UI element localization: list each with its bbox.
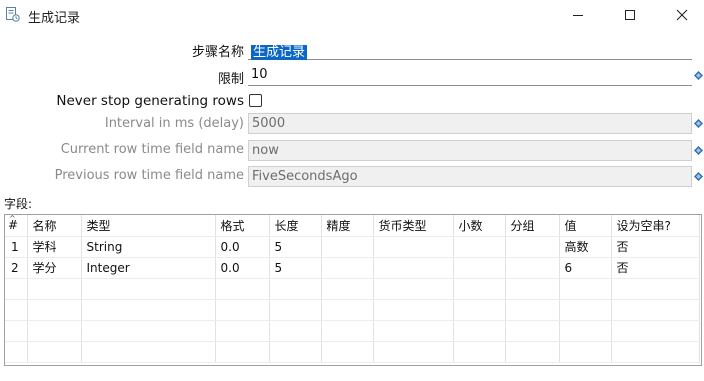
empty-table-row[interactable] [5, 320, 700, 342]
table-cell[interactable] [321, 236, 374, 258]
maximize-button[interactable] [607, 0, 653, 30]
column-header-group[interactable]: 分组 [505, 215, 560, 237]
table-cell[interactable]: 学科 [27, 236, 82, 258]
variable-diamond-icon[interactable] [694, 71, 703, 80]
step-name-input[interactable]: 生成记录 [248, 39, 692, 60]
variable-diamond-icon[interactable] [694, 146, 703, 155]
column-header-name[interactable]: 名称 [27, 215, 82, 237]
never-stop-label: Never stop generating rows [56, 93, 244, 109]
minimize-icon [573, 15, 583, 16]
limit-input[interactable]: 10 [248, 65, 692, 86]
current-time-label: Current row time field name [60, 142, 244, 157]
table-cell[interactable] [373, 236, 454, 258]
table-cell[interactable] [505, 236, 560, 258]
minimize-button[interactable] [555, 0, 601, 30]
column-header-format[interactable]: 格式 [215, 215, 270, 237]
dialog-window: 生成记录 步骤名称 生成记录 限制 10 Never stop generati… [0, 0, 704, 381]
variable-diamond-icon[interactable] [694, 172, 703, 181]
table-cell[interactable]: 否 [611, 257, 700, 279]
table-cell[interactable]: 5 [269, 257, 322, 279]
table-cell[interactable]: 0.0 [215, 236, 270, 258]
column-header-index[interactable]: ^ # [5, 215, 28, 237]
table-cell[interactable]: 高数 [559, 236, 612, 258]
table-cell[interactable]: 6 [559, 257, 612, 279]
previous-time-label: Previous row time field name [54, 168, 244, 183]
column-header-decimal[interactable]: 小数 [453, 215, 506, 237]
table-row[interactable]: 1 学科 String 0.0 5 高数 否 [5, 236, 700, 258]
column-header-type[interactable]: 类型 [81, 215, 216, 237]
previous-time-value: FiveSecondsAgo [252, 169, 358, 184]
table-cell[interactable]: 2 [5, 257, 28, 279]
table-cell[interactable] [505, 257, 560, 279]
limit-value: 10 [251, 67, 268, 82]
previous-time-input[interactable]: FiveSecondsAgo [248, 166, 692, 187]
table-cell[interactable]: 5 [269, 236, 322, 258]
close-button[interactable] [659, 0, 704, 30]
table-cell[interactable]: String [81, 236, 216, 258]
empty-table-row[interactable] [5, 299, 700, 321]
column-header-precision[interactable]: 精度 [321, 215, 374, 237]
table-cell[interactable] [373, 257, 454, 279]
maximize-icon [625, 10, 635, 20]
fields-label: 字段: [4, 197, 33, 211]
close-icon [676, 9, 688, 21]
variable-diamond-icon[interactable] [694, 119, 703, 128]
empty-table-row[interactable] [5, 341, 700, 363]
window-title: 生成记录 [28, 11, 81, 26]
title-bar: 生成记录 [0, 0, 704, 30]
column-header-value[interactable]: 值 [559, 215, 612, 237]
table-cell[interactable]: 0.0 [215, 257, 270, 279]
limit-label: 限制 [217, 72, 244, 87]
interval-input[interactable]: 5000 [248, 113, 692, 134]
column-header-length[interactable]: 长度 [269, 215, 322, 237]
column-header-currency[interactable]: 货币类型 [373, 215, 454, 237]
table-cell[interactable]: 学分 [27, 257, 82, 279]
column-header-set-empty[interactable]: 设为空串? [611, 215, 700, 237]
step-name-value: 生成记录 [251, 45, 308, 60]
table-cell[interactable]: Integer [81, 257, 216, 279]
table-header-row: ^ # 名称 类型 格式 长度 精度 货币类型 小数 分组 值 设为空串? [5, 215, 700, 237]
fields-table: ^ # 名称 类型 格式 长度 精度 货币类型 小数 分组 值 设为空串? 1 学… [4, 214, 702, 366]
sort-up-icon: ^ [9, 215, 16, 223]
table-cell[interactable]: 否 [611, 236, 700, 258]
table-cell[interactable]: 1 [5, 236, 28, 258]
table-cell[interactable] [453, 257, 506, 279]
interval-value: 5000 [252, 116, 286, 131]
table-cell[interactable] [321, 257, 374, 279]
generate-rows-icon [6, 7, 20, 22]
empty-table-row[interactable] [5, 278, 700, 300]
current-time-input[interactable]: now [248, 140, 692, 161]
current-time-value: now [252, 143, 279, 158]
table-cell[interactable] [453, 236, 506, 258]
interval-label: Interval in ms (delay) [104, 116, 244, 131]
step-name-label: 步骤名称 [191, 45, 244, 60]
never-stop-checkbox[interactable] [249, 94, 262, 107]
table-row[interactable]: 2 学分 Integer 0.0 5 6 否 [5, 257, 700, 279]
